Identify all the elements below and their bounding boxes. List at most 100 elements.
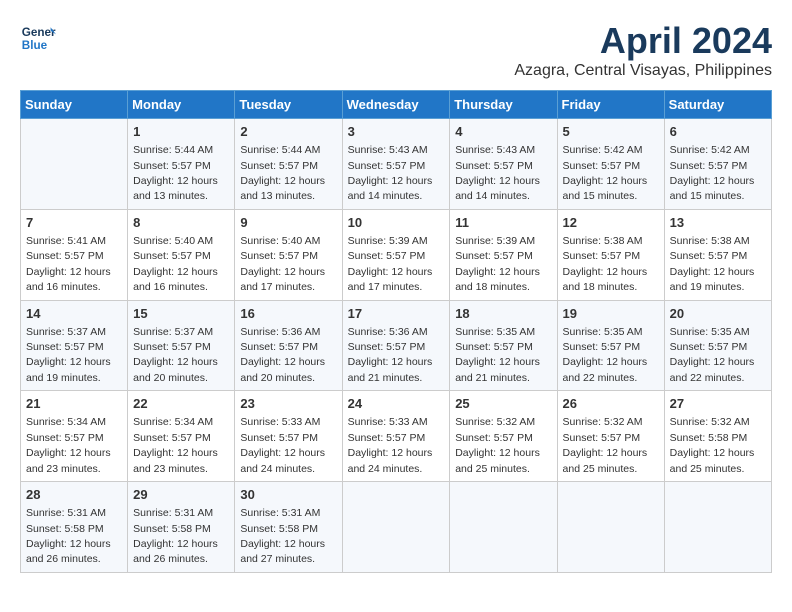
location: Azagra, Central Visayas, Philippines [514,62,772,80]
day-number: 16 [240,305,336,323]
calendar-day-cell [557,482,664,573]
day-number: 25 [455,395,551,413]
day-info: Sunrise: 5:39 AM Sunset: 5:57 PM Dayligh… [348,235,433,293]
page-header: General Blue April 2024 Azagra, Central … [20,20,772,80]
calendar-day-cell: 25 Sunrise: 5:32 AM Sunset: 5:57 PM Dayli… [450,391,557,482]
day-info: Sunrise: 5:42 AM Sunset: 5:57 PM Dayligh… [670,144,755,202]
day-number: 18 [455,305,551,323]
day-info: Sunrise: 5:43 AM Sunset: 5:57 PM Dayligh… [348,144,433,202]
calendar-day-cell: 20 Sunrise: 5:35 AM Sunset: 5:57 PM Dayli… [664,300,771,391]
calendar-week-row: 14 Sunrise: 5:37 AM Sunset: 5:57 PM Dayli… [21,300,772,391]
day-info: Sunrise: 5:32 AM Sunset: 5:57 PM Dayligh… [563,416,648,474]
calendar-day-cell: 17 Sunrise: 5:36 AM Sunset: 5:57 PM Dayli… [342,300,450,391]
day-number: 12 [563,214,659,232]
calendar-week-row: 7 Sunrise: 5:41 AM Sunset: 5:57 PM Daylig… [21,209,772,300]
day-info: Sunrise: 5:35 AM Sunset: 5:57 PM Dayligh… [455,326,540,384]
calendar-day-cell: 4Sunrise: 5:43 AM Sunset: 5:57 PM Daylig… [450,119,557,210]
day-number: 29 [133,486,229,504]
day-info: Sunrise: 5:37 AM Sunset: 5:57 PM Dayligh… [133,326,218,384]
calendar-day-cell: 7 Sunrise: 5:41 AM Sunset: 5:57 PM Daylig… [21,209,128,300]
day-info: Sunrise: 5:31 AM Sunset: 5:58 PM Dayligh… [133,507,218,565]
month-title: April 2024 [514,20,772,62]
day-info: Sunrise: 5:34 AM Sunset: 5:57 PM Dayligh… [26,416,111,474]
calendar-day-cell: 27 Sunrise: 5:32 AM Sunset: 5:58 PM Dayli… [664,391,771,482]
day-number: 23 [240,395,336,413]
day-info: Sunrise: 5:40 AM Sunset: 5:57 PM Dayligh… [240,235,325,293]
day-info: Sunrise: 5:35 AM Sunset: 5:57 PM Dayligh… [563,326,648,384]
logo: General Blue [20,20,56,56]
calendar-day-cell: 24 Sunrise: 5:33 AM Sunset: 5:57 PM Dayli… [342,391,450,482]
day-info: Sunrise: 5:38 AM Sunset: 5:57 PM Dayligh… [670,235,755,293]
calendar-day-cell: 18 Sunrise: 5:35 AM Sunset: 5:57 PM Dayli… [450,300,557,391]
calendar-week-row: 28 Sunrise: 5:31 AM Sunset: 5:58 PM Dayli… [21,482,772,573]
calendar-body: 1Sunrise: 5:44 AM Sunset: 5:57 PM Daylig… [21,119,772,573]
day-number: 22 [133,395,229,413]
day-info: Sunrise: 5:42 AM Sunset: 5:57 PM Dayligh… [563,144,648,202]
day-number: 11 [455,214,551,232]
day-info: Sunrise: 5:44 AM Sunset: 5:57 PM Dayligh… [240,144,325,202]
day-info: Sunrise: 5:34 AM Sunset: 5:57 PM Dayligh… [133,416,218,474]
calendar-day-cell: 13 Sunrise: 5:38 AM Sunset: 5:57 PM Dayli… [664,209,771,300]
calendar-day-cell: 21Sunrise: 5:34 AM Sunset: 5:57 PM Dayli… [21,391,128,482]
weekday-header: Thursday [450,91,557,119]
calendar-day-cell: 5Sunrise: 5:42 AM Sunset: 5:57 PM Daylig… [557,119,664,210]
day-number: 2 [240,123,336,141]
day-number: 10 [348,214,445,232]
day-info: Sunrise: 5:36 AM Sunset: 5:57 PM Dayligh… [240,326,325,384]
calendar-day-cell: 19Sunrise: 5:35 AM Sunset: 5:57 PM Dayli… [557,300,664,391]
day-info: Sunrise: 5:31 AM Sunset: 5:58 PM Dayligh… [26,507,111,565]
weekday-row: SundayMondayTuesdayWednesdayThursdayFrid… [21,91,772,119]
calendar-day-cell: 16 Sunrise: 5:36 AM Sunset: 5:57 PM Dayli… [235,300,342,391]
weekday-header: Friday [557,91,664,119]
day-info: Sunrise: 5:44 AM Sunset: 5:57 PM Dayligh… [133,144,218,202]
calendar-day-cell: 15Sunrise: 5:37 AM Sunset: 5:57 PM Dayli… [128,300,235,391]
day-info: Sunrise: 5:36 AM Sunset: 5:57 PM Dayligh… [348,326,433,384]
calendar-day-cell [664,482,771,573]
calendar-day-cell: 2 Sunrise: 5:44 AM Sunset: 5:57 PM Daylig… [235,119,342,210]
day-number: 13 [670,214,766,232]
day-number: 17 [348,305,445,323]
day-info: Sunrise: 5:33 AM Sunset: 5:57 PM Dayligh… [348,416,433,474]
calendar-week-row: 21Sunrise: 5:34 AM Sunset: 5:57 PM Dayli… [21,391,772,482]
day-number: 30 [240,486,336,504]
day-info: Sunrise: 5:31 AM Sunset: 5:58 PM Dayligh… [240,507,325,565]
svg-text:Blue: Blue [22,39,48,52]
calendar-day-cell: 11Sunrise: 5:39 AM Sunset: 5:57 PM Dayli… [450,209,557,300]
calendar-day-cell [21,119,128,210]
calendar-day-cell: 9 Sunrise: 5:40 AM Sunset: 5:57 PM Daylig… [235,209,342,300]
day-info: Sunrise: 5:40 AM Sunset: 5:57 PM Dayligh… [133,235,218,293]
day-number: 24 [348,395,445,413]
day-info: Sunrise: 5:37 AM Sunset: 5:57 PM Dayligh… [26,326,111,384]
day-number: 27 [670,395,766,413]
calendar-day-cell: 6Sunrise: 5:42 AM Sunset: 5:57 PM Daylig… [664,119,771,210]
day-info: Sunrise: 5:32 AM Sunset: 5:57 PM Dayligh… [455,416,540,474]
day-number: 14 [26,305,122,323]
day-info: Sunrise: 5:35 AM Sunset: 5:57 PM Dayligh… [670,326,755,384]
day-info: Sunrise: 5:32 AM Sunset: 5:58 PM Dayligh… [670,416,755,474]
logo-icon: General Blue [20,20,56,56]
title-block: April 2024 Azagra, Central Visayas, Phil… [514,20,772,80]
weekday-header: Monday [128,91,235,119]
day-number: 20 [670,305,766,323]
day-number: 8 [133,214,229,232]
calendar-day-cell: 3Sunrise: 5:43 AM Sunset: 5:57 PM Daylig… [342,119,450,210]
day-info: Sunrise: 5:43 AM Sunset: 5:57 PM Dayligh… [455,144,540,202]
day-number: 26 [563,395,659,413]
calendar-day-cell: 8 Sunrise: 5:40 AM Sunset: 5:57 PM Daylig… [128,209,235,300]
day-info: Sunrise: 5:41 AM Sunset: 5:57 PM Dayligh… [26,235,111,293]
day-number: 7 [26,214,122,232]
calendar-week-row: 1Sunrise: 5:44 AM Sunset: 5:57 PM Daylig… [21,119,772,210]
calendar-day-cell [450,482,557,573]
calendar-day-cell: 14 Sunrise: 5:37 AM Sunset: 5:57 PM Dayli… [21,300,128,391]
calendar-day-cell [342,482,450,573]
day-number: 28 [26,486,122,504]
calendar-header: SundayMondayTuesdayWednesdayThursdayFrid… [21,91,772,119]
weekday-header: Wednesday [342,91,450,119]
calendar-day-cell: 28 Sunrise: 5:31 AM Sunset: 5:58 PM Dayli… [21,482,128,573]
calendar-day-cell: 29 Sunrise: 5:31 AM Sunset: 5:58 PM Dayli… [128,482,235,573]
calendar-day-cell: 23Sunrise: 5:33 AM Sunset: 5:57 PM Dayli… [235,391,342,482]
calendar-day-cell: 30 Sunrise: 5:31 AM Sunset: 5:58 PM Dayli… [235,482,342,573]
weekday-header: Saturday [664,91,771,119]
day-number: 9 [240,214,336,232]
calendar-day-cell: 22 Sunrise: 5:34 AM Sunset: 5:57 PM Dayli… [128,391,235,482]
